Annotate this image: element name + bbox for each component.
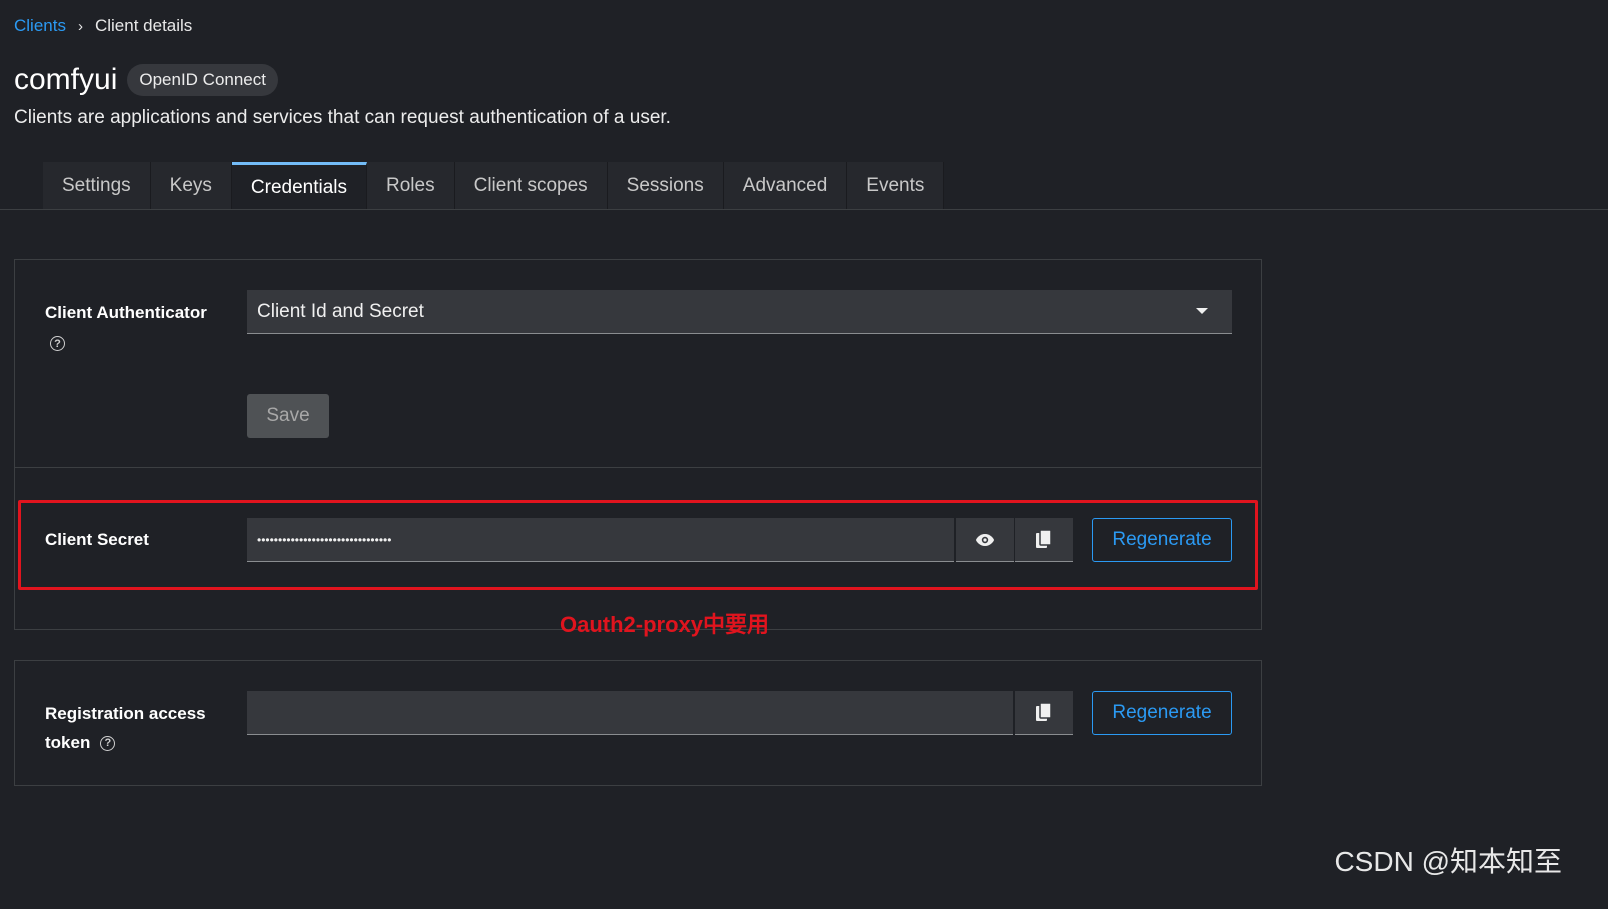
registration-token-label: Registration access bbox=[45, 704, 206, 723]
breadcrumb: Clients › Client details bbox=[14, 16, 192, 36]
tab-roles[interactable]: Roles bbox=[367, 162, 455, 210]
copy-icon bbox=[1036, 703, 1052, 721]
help-icon[interactable]: ? bbox=[100, 735, 116, 751]
tab-sessions[interactable]: Sessions bbox=[607, 162, 724, 210]
copy-token-button[interactable] bbox=[1015, 691, 1073, 735]
tab-keys[interactable]: Keys bbox=[150, 162, 232, 210]
page-subtitle: Clients are applications and services th… bbox=[14, 107, 671, 128]
protocol-badge: OpenID Connect bbox=[127, 64, 278, 96]
registration-token-label-2: token ? bbox=[45, 733, 116, 753]
registration-token-label-text: token bbox=[45, 733, 91, 752]
tab-credentials[interactable]: Credentials bbox=[231, 162, 368, 210]
save-button[interactable]: Save bbox=[247, 394, 329, 438]
regenerate-token-button[interactable]: Regenerate bbox=[1092, 691, 1232, 735]
annotation-highlight-box bbox=[18, 500, 1258, 590]
title-row: comfyui OpenID Connect bbox=[14, 63, 278, 97]
tabs-divider bbox=[0, 209, 1608, 210]
tab-bar: Settings Keys Credentials Roles Client s… bbox=[43, 162, 945, 210]
annotation-text: Oauth2-proxy中要用 bbox=[560, 612, 770, 637]
breadcrumb-separator-icon: › bbox=[77, 17, 83, 35]
registration-token-input[interactable] bbox=[247, 691, 1013, 735]
client-authenticator-select[interactable]: Client Id and Secret bbox=[247, 290, 1232, 334]
caret-down-icon bbox=[1196, 308, 1208, 314]
breadcrumb-clients-link[interactable]: Clients bbox=[14, 16, 66, 36]
client-authenticator-value: Client Id and Secret bbox=[257, 300, 424, 322]
tab-settings[interactable]: Settings bbox=[43, 162, 151, 210]
breadcrumb-current: Client details bbox=[94, 16, 193, 35]
tab-events[interactable]: Events bbox=[847, 162, 945, 210]
tab-advanced[interactable]: Advanced bbox=[723, 162, 848, 210]
help-icon[interactable]: ? bbox=[50, 336, 65, 351]
page-title: comfyui bbox=[14, 63, 118, 96]
card-divider bbox=[15, 467, 1261, 468]
client-authenticator-label: Client Authenticator bbox=[45, 303, 207, 322]
registration-token-card: Registration access token ? Regenerate bbox=[14, 660, 1262, 786]
tab-client-scopes[interactable]: Client scopes bbox=[454, 162, 608, 210]
watermark: CSDN @知本知至 bbox=[1334, 846, 1562, 877]
